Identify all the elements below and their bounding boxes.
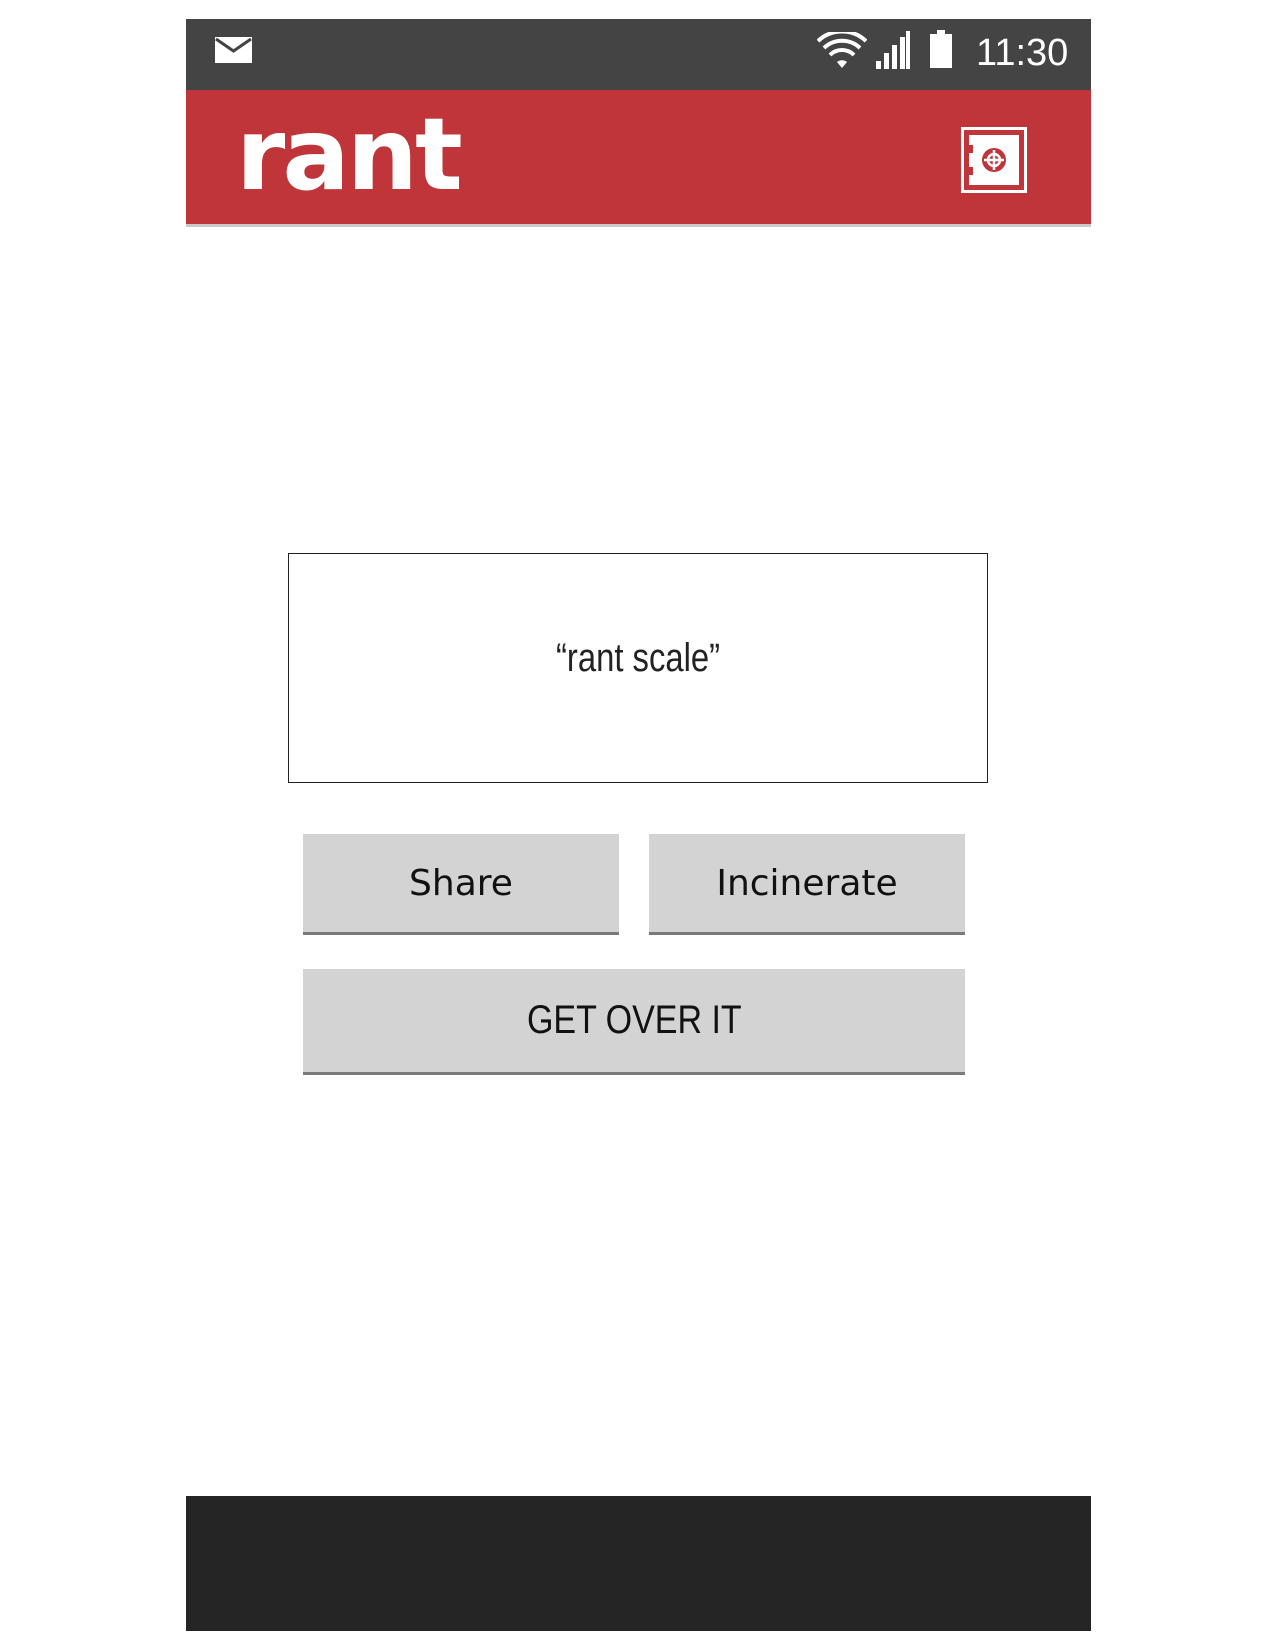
incinerate-button[interactable]: Incinerate [649, 834, 965, 935]
share-button[interactable]: Share [303, 834, 619, 935]
vault-icon[interactable] [961, 127, 1027, 193]
rant-scale-box: “rant scale” [288, 553, 988, 783]
status-time: 11:30 [976, 32, 1069, 74]
signal-icon [876, 31, 910, 69]
phone-screen: 11:30 rant “rant scale” Share Incinerate… [186, 19, 1091, 1631]
rant-scale-label: “rant scale” [555, 635, 721, 680]
get-over-it-label: GET OVER IT [526, 998, 742, 1042]
status-bar: 11:30 [186, 19, 1091, 90]
wifi-icon [817, 32, 867, 68]
battery-icon [930, 30, 952, 68]
app-bar: rant [186, 90, 1091, 227]
mail-icon [215, 37, 252, 63]
app-logo: rant [236, 96, 463, 213]
get-over-it-button[interactable]: GET OVER IT [303, 969, 965, 1075]
bottom-nav-bar [186, 1496, 1091, 1631]
